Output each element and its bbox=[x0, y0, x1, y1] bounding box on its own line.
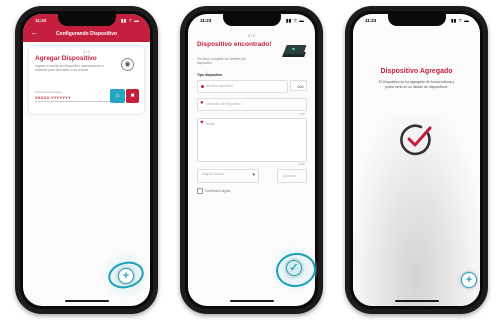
char-counter: 0/200 bbox=[298, 162, 305, 166]
input-placeholder: Nombre dispositivo bbox=[206, 84, 234, 88]
location-input[interactable]: ● Ubicación del dispositivo bbox=[197, 98, 307, 111]
add-fab-button[interactable]: + bbox=[461, 272, 477, 288]
serial-field-label: Serial del dispositivo bbox=[35, 90, 63, 94]
assign-user-select[interactable]: Asignar usuario ▾ bbox=[197, 169, 259, 183]
serial-input[interactable]: XXXXX-YYYYYYY bbox=[35, 95, 71, 100]
certificate-checkbox[interactable]: Certificado digital bbox=[197, 188, 230, 194]
status-time: 11:23 bbox=[365, 18, 377, 23]
device-name-input[interactable]: Nombre dispositivo bbox=[197, 80, 288, 93]
status-icons: ▮▮ ⌔ ▬ bbox=[286, 18, 304, 23]
status-icons: ▮▮ ⌔ ▬ bbox=[451, 18, 469, 23]
dropdown-arrow-icon: ▾ bbox=[252, 172, 255, 178]
phone-notch bbox=[222, 14, 281, 26]
home-indicator bbox=[229, 300, 274, 302]
accessory-input[interactable]: Accesorio bbox=[277, 169, 307, 183]
step-indicator: 1 / 1 bbox=[83, 50, 90, 54]
status-icons: ▮▮ ⌔ ▬ bbox=[121, 18, 139, 23]
status-time: 11:23 bbox=[200, 18, 212, 23]
phone-notch bbox=[387, 14, 446, 26]
section-label: Tipo dispositivo bbox=[197, 73, 223, 77]
screen-device-added: 11:23 ▮▮ ⌔ ▬ Dispositivo Agregado El Dis… bbox=[353, 14, 480, 306]
delete-button[interactable]: ■ bbox=[126, 89, 139, 103]
phone-notch bbox=[57, 14, 116, 26]
input-placeholder: Accesorio bbox=[282, 174, 296, 178]
char-counter: 0/50 bbox=[299, 112, 305, 116]
home-indicator bbox=[64, 300, 109, 302]
notes-textarea[interactable]: ♥ Notas bbox=[197, 118, 307, 162]
app-bar-title: Configurando Dispositivo bbox=[55, 31, 118, 37]
scan-button[interactable]: ⌂ bbox=[110, 89, 125, 103]
screen-title: Dispositivo encontrado! bbox=[197, 41, 272, 48]
device-top bbox=[283, 45, 307, 54]
card-title: Agregar Dispositivo bbox=[35, 55, 97, 62]
card-description: Ingrese el serial del dispositivo manual… bbox=[35, 64, 104, 72]
checkbox-icon bbox=[197, 188, 203, 194]
status-time: 11:23 bbox=[35, 18, 47, 23]
select-placeholder: Asignar usuario bbox=[202, 172, 225, 176]
app-flow-showcase: 11:23 ▮▮ ⌔ ▬ ← Configurando Dispositivo … bbox=[0, 0, 501, 322]
required-dot-icon bbox=[201, 85, 204, 88]
input-placeholder: Ubicación del dispositivo bbox=[206, 102, 241, 106]
success-check-icon bbox=[400, 124, 432, 156]
scan-qr-icon[interactable]: ◉ bbox=[121, 58, 134, 71]
device-image bbox=[282, 44, 307, 60]
input-placeholder: Notas bbox=[206, 122, 215, 126]
success-description: El Dispositivo se ha agregado de forma e… bbox=[378, 80, 455, 89]
step-indicator: 2 / 2 bbox=[248, 34, 255, 38]
home-indicator bbox=[394, 300, 439, 302]
screen-description: Por favor complete los detalles del disp… bbox=[197, 57, 246, 65]
device-led bbox=[292, 48, 295, 50]
success-title: Dispositivo Agregado bbox=[380, 68, 453, 75]
device-number-stepper[interactable]: 001 bbox=[290, 80, 307, 91]
heart-icon: ♥ bbox=[200, 120, 204, 126]
add-device-card: 1 / 1 Agregar Dispositivo Ingrese el ser… bbox=[29, 46, 144, 114]
checkbox-label: Certificado digital bbox=[205, 188, 231, 193]
location-pin-icon: ● bbox=[200, 100, 204, 106]
phone-device-added: 11:23 ▮▮ ⌔ ▬ Dispositivo Agregado El Dis… bbox=[345, 6, 488, 314]
